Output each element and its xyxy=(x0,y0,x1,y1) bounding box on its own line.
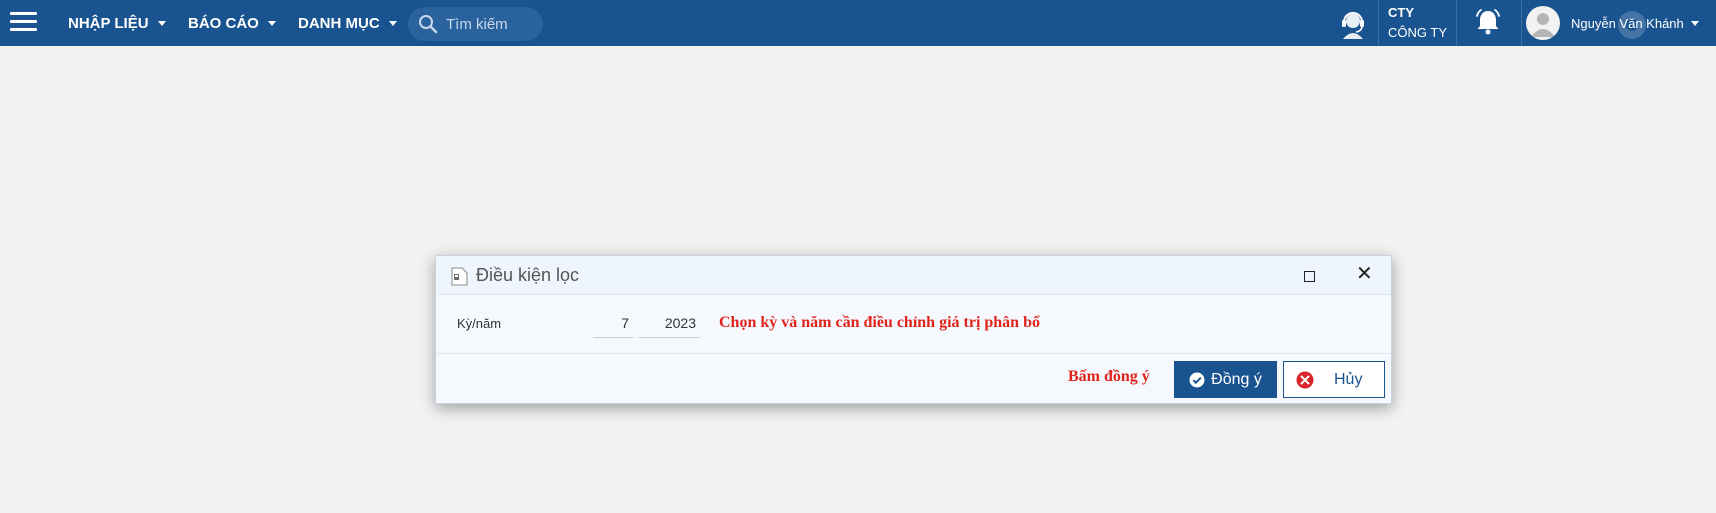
search-icon xyxy=(419,15,438,34)
caret-down-icon xyxy=(157,20,166,26)
dialog-title: Điều kiện lọc xyxy=(476,265,580,285)
menu-nhap-lieu[interactable]: NHẬP LIỆU xyxy=(68,0,166,46)
menu-danh-muc-label: DANH MỤC xyxy=(298,14,380,32)
cancel-button[interactable]: Hủy xyxy=(1283,361,1385,398)
instruction-text: Chọn kỳ và năm cần điều chỉnh giá trị ph… xyxy=(719,314,1040,331)
ok-button-label: Đồng ý xyxy=(1211,370,1262,388)
company-code: CTY xyxy=(1388,5,1414,20)
user-menu[interactable]: Nguyễn Văn Khánh xyxy=(1571,0,1699,46)
check-circle-icon xyxy=(1189,372,1205,387)
company-selector[interactable]: CTY CÔNG TY xyxy=(1388,5,1447,41)
maximize-icon[interactable] xyxy=(1304,271,1315,282)
divider xyxy=(1378,0,1379,46)
filter-dialog: Điều kiện lọc ✕ Kỳ/năm Chọn kỳ và năm cầ… xyxy=(435,255,1392,404)
close-icon[interactable]: ✕ xyxy=(1356,264,1373,284)
menu-danh-muc[interactable]: DANH MỤC xyxy=(298,0,397,46)
cancel-circle-icon xyxy=(1296,371,1314,388)
press-ok-hint: Bấm đồng ý xyxy=(1068,368,1150,385)
hamburger-menu-icon[interactable] xyxy=(10,12,37,32)
menu-bao-cao[interactable]: BÁO CÁO xyxy=(188,0,276,46)
user-name-label: Nguyễn Văn Khánh xyxy=(1571,15,1684,31)
divider xyxy=(1521,0,1522,46)
notification-bell-icon[interactable] xyxy=(1473,7,1503,37)
user-avatar-icon xyxy=(1531,13,1555,37)
search-input[interactable] xyxy=(446,15,536,33)
period-label: Kỳ/năm xyxy=(457,316,502,331)
caret-down-icon xyxy=(1690,20,1699,26)
ok-button[interactable]: Đồng ý xyxy=(1174,361,1277,398)
dialog-header: Điều kiện lọc ✕ xyxy=(436,256,1391,295)
divider xyxy=(1456,0,1457,46)
menu-bao-cao-label: BÁO CÁO xyxy=(188,14,259,32)
year-input[interactable] xyxy=(638,309,700,338)
caret-down-icon xyxy=(267,20,276,26)
top-navigation-bar: NHẬP LIỆU BÁO CÁO DANH MỤC CTY CÔNG TY xyxy=(0,0,1716,46)
search-box xyxy=(408,7,543,41)
company-name: CÔNG TY xyxy=(1388,25,1447,40)
caret-down-icon xyxy=(388,20,397,26)
filter-document-icon xyxy=(451,267,468,286)
avatar[interactable] xyxy=(1526,6,1560,40)
dialog-separator xyxy=(436,353,1391,354)
menu-nhap-lieu-label: NHẬP LIỆU xyxy=(68,14,149,32)
support-agent-icon[interactable] xyxy=(1337,8,1369,40)
cancel-button-label: Hủy xyxy=(1334,370,1363,388)
period-input[interactable] xyxy=(593,309,633,338)
